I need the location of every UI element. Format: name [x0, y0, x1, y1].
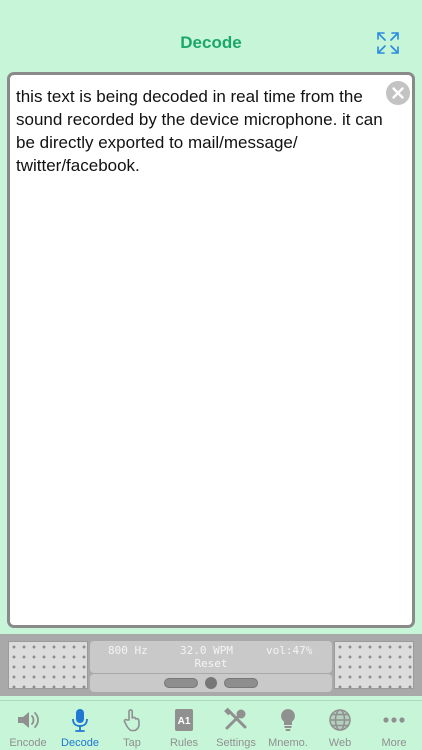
- tools-icon: [223, 707, 249, 733]
- reset-readout-button[interactable]: 800 Hz 32.0 WPM vol:47% Reset: [90, 641, 332, 673]
- tab-more[interactable]: More: [368, 701, 420, 750]
- microphone-icon: [67, 707, 93, 733]
- tab-web[interactable]: Web: [314, 701, 366, 750]
- signal-dots-left: [8, 641, 88, 689]
- decoded-text-area[interactable]: this text is being decoded in real time …: [7, 72, 415, 628]
- tab-bar: Encode Decode Tap A1 Rules Settings Mnem…: [0, 700, 422, 750]
- tab-tap[interactable]: Tap: [106, 701, 158, 750]
- page-title: Decode: [180, 33, 242, 52]
- signal-dots-right: [334, 641, 414, 689]
- tab-mnemo[interactable]: Mnemo.: [262, 701, 314, 750]
- slider-right-bar: [224, 678, 258, 688]
- expand-icon[interactable]: [376, 31, 400, 55]
- tab-rules[interactable]: A1 Rules: [158, 701, 210, 750]
- globe-icon: [327, 707, 353, 733]
- slider-left-bar: [164, 678, 198, 688]
- clear-circle-icon[interactable]: [386, 81, 410, 105]
- tab-label: More: [381, 737, 407, 749]
- tab-settings[interactable]: Settings: [210, 701, 262, 750]
- slider-knob[interactable]: [205, 677, 217, 689]
- wpm-readout: 32.0 WPM: [180, 644, 233, 657]
- tab-encode[interactable]: Encode: [2, 701, 54, 750]
- decoder-meter-panel: 800 Hz 32.0 WPM vol:47% Reset: [0, 634, 422, 696]
- lightbulb-icon: [275, 707, 301, 733]
- reset-label: Reset: [194, 657, 228, 670]
- svg-text:A1: A1: [178, 716, 191, 727]
- sensitivity-slider[interactable]: [90, 674, 332, 692]
- navigation-bar: Decode: [0, 0, 422, 66]
- rules-book-icon: A1: [171, 707, 197, 733]
- frequency-readout: 800 Hz: [108, 644, 148, 657]
- volume-readout: vol:47%: [266, 644, 313, 657]
- more-dots-icon: [381, 707, 407, 733]
- tab-decode[interactable]: Decode: [54, 701, 106, 750]
- tap-hand-icon: [119, 707, 145, 733]
- speaker-icon: [15, 707, 41, 733]
- decoded-text[interactable]: this text is being decoded in real time …: [16, 85, 406, 177]
